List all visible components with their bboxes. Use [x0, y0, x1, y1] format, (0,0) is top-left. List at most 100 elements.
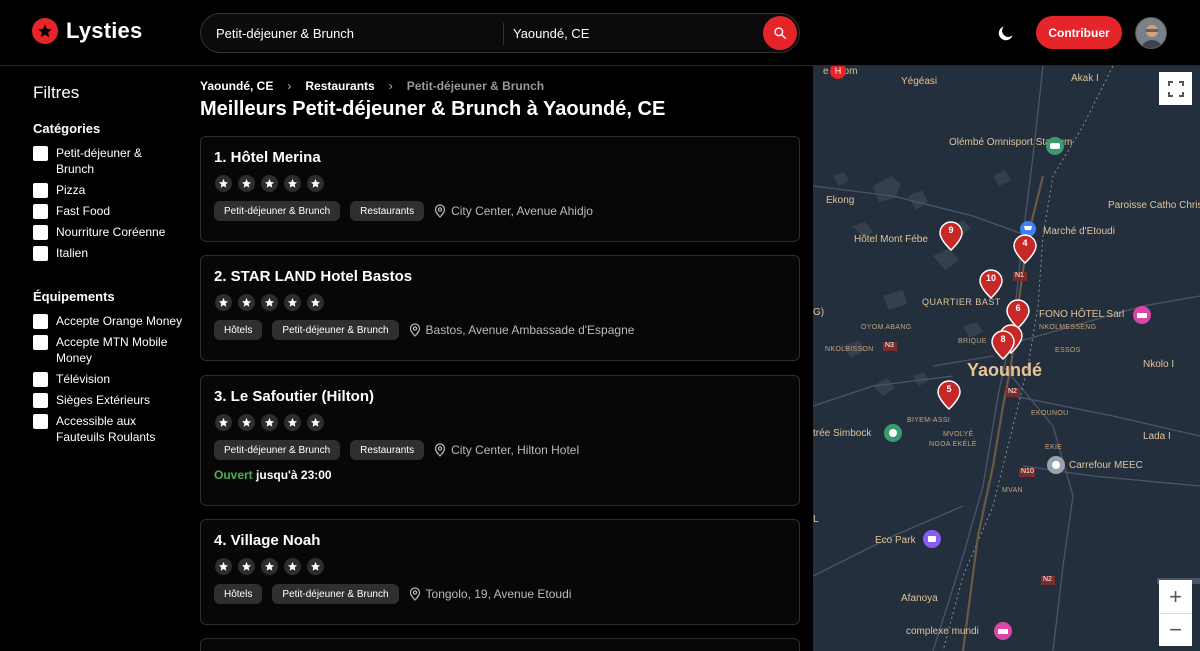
hotel-icon[interactable]	[1132, 305, 1152, 325]
map-panel[interactable]: e Nyom Yégéasi Akak I Olémbé Omnisport S…	[813, 66, 1200, 651]
pin-number: 8	[1000, 334, 1006, 344]
avatar[interactable]	[1135, 17, 1167, 49]
stadium-icon[interactable]	[1045, 136, 1065, 156]
map-pin[interactable]: 9	[939, 221, 963, 252]
map-pin[interactable]: 4	[1013, 234, 1037, 265]
listing-card[interactable]	[200, 638, 800, 651]
amenity-label: Accessible aux Fauteuils Roulants	[56, 414, 156, 444]
amenity-option[interactable]: Accepte Orange Money	[33, 313, 183, 329]
map-pin[interactable]: 10	[979, 269, 1003, 300]
star-icon	[238, 294, 255, 311]
pin-number: 4	[1022, 238, 1028, 248]
star-icon	[307, 294, 324, 311]
star-icon	[261, 175, 278, 192]
star-icon	[261, 414, 278, 431]
contribute-button[interactable]: Contribuer	[1036, 16, 1122, 49]
category-option[interactable]: Pizza	[33, 182, 183, 198]
dark-mode-toggle[interactable]	[996, 23, 1016, 43]
checkbox[interactable]	[33, 225, 48, 240]
amenities-title: Équipements	[33, 289, 115, 304]
fullscreen-icon	[1167, 80, 1184, 97]
search-query-input[interactable]: Petit-déjeuner & Brunch	[216, 26, 354, 41]
rating-stars	[215, 414, 330, 431]
checkbox[interactable]	[33, 204, 48, 219]
category-option[interactable]: Petit-déjeuner & Brunch	[33, 145, 183, 177]
page-title: Meilleurs Petit-déjeuner & Brunch à Yaou…	[200, 98, 666, 120]
breadcrumb-restaurants[interactable]: Restaurants	[305, 79, 374, 93]
breadcrumb-city[interactable]: Yaoundé, CE	[200, 79, 273, 93]
checkbox[interactable]	[33, 335, 48, 350]
search-icon	[774, 27, 786, 39]
listing-card[interactable]: 3. Le Safoutier (Hilton) Petit-déjeuner …	[200, 375, 800, 506]
listing-address: Bastos, Avenue Ambassade d'Espagne	[409, 323, 634, 337]
listing-card[interactable]: 1. Hôtel Merina Petit-déjeuner & Brunch …	[200, 136, 800, 242]
map-label: OYOM ABANG	[861, 324, 912, 331]
listing-card[interactable]: 4. Village Noah Hôtels Petit-déjeuner & …	[200, 519, 800, 625]
location-pin-icon	[409, 587, 420, 601]
checkbox[interactable]	[33, 146, 48, 161]
address-text: Tongolo, 19, Avenue Etoudi	[425, 587, 572, 601]
category-tag[interactable]: Restaurants	[350, 440, 425, 460]
fullscreen-button[interactable]	[1159, 72, 1192, 105]
hospital-icon[interactable]: H	[829, 66, 847, 80]
chevron-right-icon: ›	[388, 79, 393, 93]
hours-text: jusqu'à 23:00	[256, 468, 332, 482]
category-label: Pizza	[56, 183, 86, 197]
category-option[interactable]: Fast Food	[33, 203, 183, 219]
map-label: L	[813, 514, 819, 525]
address-text: City Center, Avenue Ahidjo	[451, 204, 593, 218]
open-status: Ouvert	[214, 468, 253, 482]
category-option[interactable]: Nourriture Coréenne	[33, 224, 183, 240]
amenity-option[interactable]: Accepte MTN Mobile Money	[33, 334, 183, 366]
checkbox[interactable]	[33, 183, 48, 198]
map-pin[interactable]: 8	[991, 330, 1015, 361]
category-option[interactable]: Italien	[33, 245, 183, 261]
results-main: Yaoundé, CE › Restaurants › Petit-déjeun…	[200, 78, 800, 651]
listing-title[interactable]: 1. Hôtel Merina	[214, 149, 321, 166]
amenity-option[interactable]: Télévision	[33, 371, 183, 387]
search-location-input[interactable]: Yaoundé, CE	[513, 26, 589, 41]
listing-title[interactable]: 2. STAR LAND Hotel Bastos	[214, 268, 412, 285]
star-icon	[215, 294, 232, 311]
zoom-out-button[interactable]: −	[1159, 613, 1192, 646]
map-label: EKIE	[1045, 444, 1063, 451]
checkbox[interactable]	[33, 414, 48, 429]
category-tag[interactable]: Petit-déjeuner & Brunch	[214, 201, 341, 221]
map-label: Eco Park	[875, 535, 916, 546]
star-icon	[215, 175, 232, 192]
zoom-in-button[interactable]: +	[1159, 580, 1192, 613]
listing-card[interactable]: 2. STAR LAND Hotel Bastos Hôtels Petit-d…	[200, 255, 800, 361]
checkbox[interactable]	[33, 246, 48, 261]
category-tag[interactable]: Hôtels	[214, 584, 263, 604]
category-tag[interactable]: Hôtels	[214, 320, 263, 340]
listing-tags: Hôtels Petit-déjeuner & Brunch Tongolo, …	[214, 584, 571, 604]
address-text: City Center, Hilton Hotel	[451, 443, 580, 457]
hotel-icon[interactable]	[993, 621, 1013, 641]
place-icon[interactable]	[883, 423, 903, 443]
star-icon	[284, 294, 301, 311]
checkbox[interactable]	[33, 393, 48, 408]
place-icon[interactable]	[1046, 455, 1066, 475]
amenity-option[interactable]: Sièges Extérieurs	[33, 392, 183, 408]
category-tag[interactable]: Petit-déjeuner & Brunch	[272, 320, 399, 340]
map-pin[interactable]: 5	[937, 380, 961, 411]
search-button[interactable]	[763, 16, 797, 50]
map-label: Afanoya	[901, 593, 938, 604]
listing-tags: Hôtels Petit-déjeuner & Brunch Bastos, A…	[214, 320, 634, 340]
amenity-option[interactable]: Accessible aux Fauteuils Roulants	[33, 413, 183, 445]
category-tag[interactable]: Petit-déjeuner & Brunch	[214, 440, 341, 460]
map-label: Carrefour MEEC	[1069, 460, 1143, 471]
park-icon[interactable]	[922, 529, 942, 549]
top-header: Lysties Petit-déjeuner & Brunch Yaoundé,…	[0, 0, 1200, 66]
category-tag[interactable]: Petit-déjeuner & Brunch	[272, 584, 399, 604]
category-tag[interactable]: Restaurants	[350, 201, 425, 221]
listing-title[interactable]: 3. Le Safoutier (Hilton)	[214, 388, 374, 405]
checkbox[interactable]	[33, 372, 48, 387]
location-pin-icon	[409, 323, 420, 337]
checkbox[interactable]	[33, 314, 48, 329]
map-label: NKOLBISSON	[825, 346, 874, 353]
brand-logo[interactable]: Lysties	[32, 18, 142, 44]
map-label: G)	[813, 307, 825, 318]
svg-text:H: H	[835, 66, 842, 76]
listing-title[interactable]: 4. Village Noah	[214, 532, 320, 549]
